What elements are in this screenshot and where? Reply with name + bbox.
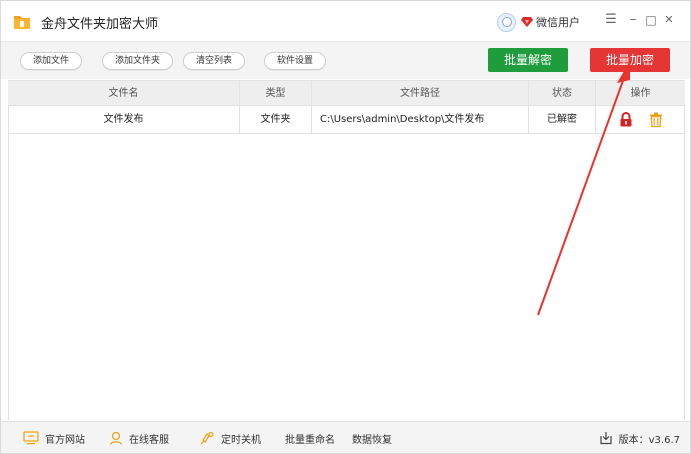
close-button[interactable]: ✕ bbox=[662, 13, 676, 27]
batch-encrypt-button[interactable]: 批量加密 bbox=[590, 48, 670, 72]
minimize-button[interactable]: – bbox=[626, 13, 640, 27]
file-table: 文件名 类型 文件路径 状态 操作 文件发布 文件夹 C:\Users\admi… bbox=[8, 80, 685, 134]
cell-filename: 文件发布 bbox=[8, 106, 240, 133]
support-icon bbox=[109, 431, 123, 445]
official-website-label: 官方网站 bbox=[45, 434, 85, 446]
cell-status: 已解密 bbox=[529, 106, 596, 133]
folder-logo-icon bbox=[14, 16, 30, 29]
data-recovery-link[interactable]: 数据恢复 bbox=[352, 422, 392, 454]
header-actions: 操作 bbox=[630, 88, 651, 99]
trash-icon[interactable] bbox=[649, 112, 663, 127]
title-bar: 金舟文件夹加密大师 微信用户 ☰ – □ ✕ bbox=[1, 1, 690, 41]
download-icon bbox=[600, 432, 612, 445]
online-support-link[interactable]: 在线客服 bbox=[109, 422, 169, 454]
status-bar: 官方网站 在线客服 定时关机 批量重命名 数据恢复 版本：v3.6.7 bbox=[1, 421, 690, 453]
user-name: 微信用户 bbox=[536, 16, 580, 29]
header-filename[interactable]: 文件名 bbox=[8, 81, 240, 105]
batch-rename-label: 批量重命名 bbox=[285, 434, 335, 446]
add-file-button[interactable]: 添加文件 bbox=[20, 52, 83, 70]
menu-icon[interactable]: ☰ bbox=[604, 13, 618, 27]
vip-diamond-icon bbox=[521, 17, 533, 27]
batch-rename-link[interactable]: 批量重命名 bbox=[285, 422, 335, 454]
monitor-icon bbox=[23, 431, 39, 445]
app-title: 金舟文件夹加密大师 bbox=[41, 17, 159, 32]
cell-path: C:\Users\admin\Desktop\文件发布 bbox=[312, 106, 529, 133]
table-header: 文件名 类型 文件路径 状态 操作 bbox=[8, 80, 685, 106]
data-recovery-label: 数据恢复 bbox=[352, 434, 392, 446]
lock-icon[interactable] bbox=[619, 112, 633, 127]
maximize-button[interactable]: □ bbox=[644, 13, 658, 27]
clear-list-button[interactable]: 清空列表 bbox=[183, 52, 246, 70]
timed-shutdown-label: 定时关机 bbox=[221, 434, 261, 446]
cell-actions bbox=[596, 106, 685, 133]
official-website-link[interactable]: 官方网站 bbox=[23, 422, 85, 454]
version-label: 版本：v3.6.7 bbox=[618, 434, 680, 446]
header-path[interactable]: 文件路径 bbox=[312, 81, 529, 105]
batch-decrypt-button[interactable]: 批量解密 bbox=[488, 48, 568, 72]
avatar-icon bbox=[497, 12, 516, 32]
header-status[interactable]: 状态 bbox=[529, 81, 596, 105]
cell-type: 文件夹 bbox=[240, 106, 312, 133]
table-row[interactable]: 文件发布 文件夹 C:\Users\admin\Desktop\文件发布 已解密 bbox=[8, 106, 685, 134]
app-window: 金舟文件夹加密大师 微信用户 ☰ – □ ✕ 添加文件 添加文件夹 清空列表 软… bbox=[0, 0, 691, 454]
user-area[interactable]: 微信用户 bbox=[497, 12, 580, 32]
timed-shutdown-link[interactable]: 定时关机 bbox=[200, 422, 261, 454]
timer-icon bbox=[200, 431, 214, 445]
version-info[interactable]: 版本：v3.6.7 bbox=[599, 422, 680, 454]
add-folder-button[interactable]: 添加文件夹 bbox=[102, 52, 174, 70]
toolbar: 添加文件 添加文件夹 清空列表 软件设置 批量解密 批量加密 bbox=[1, 41, 690, 79]
settings-button[interactable]: 软件设置 bbox=[264, 52, 327, 70]
header-type[interactable]: 类型 bbox=[240, 81, 312, 105]
online-support-label: 在线客服 bbox=[129, 434, 169, 446]
